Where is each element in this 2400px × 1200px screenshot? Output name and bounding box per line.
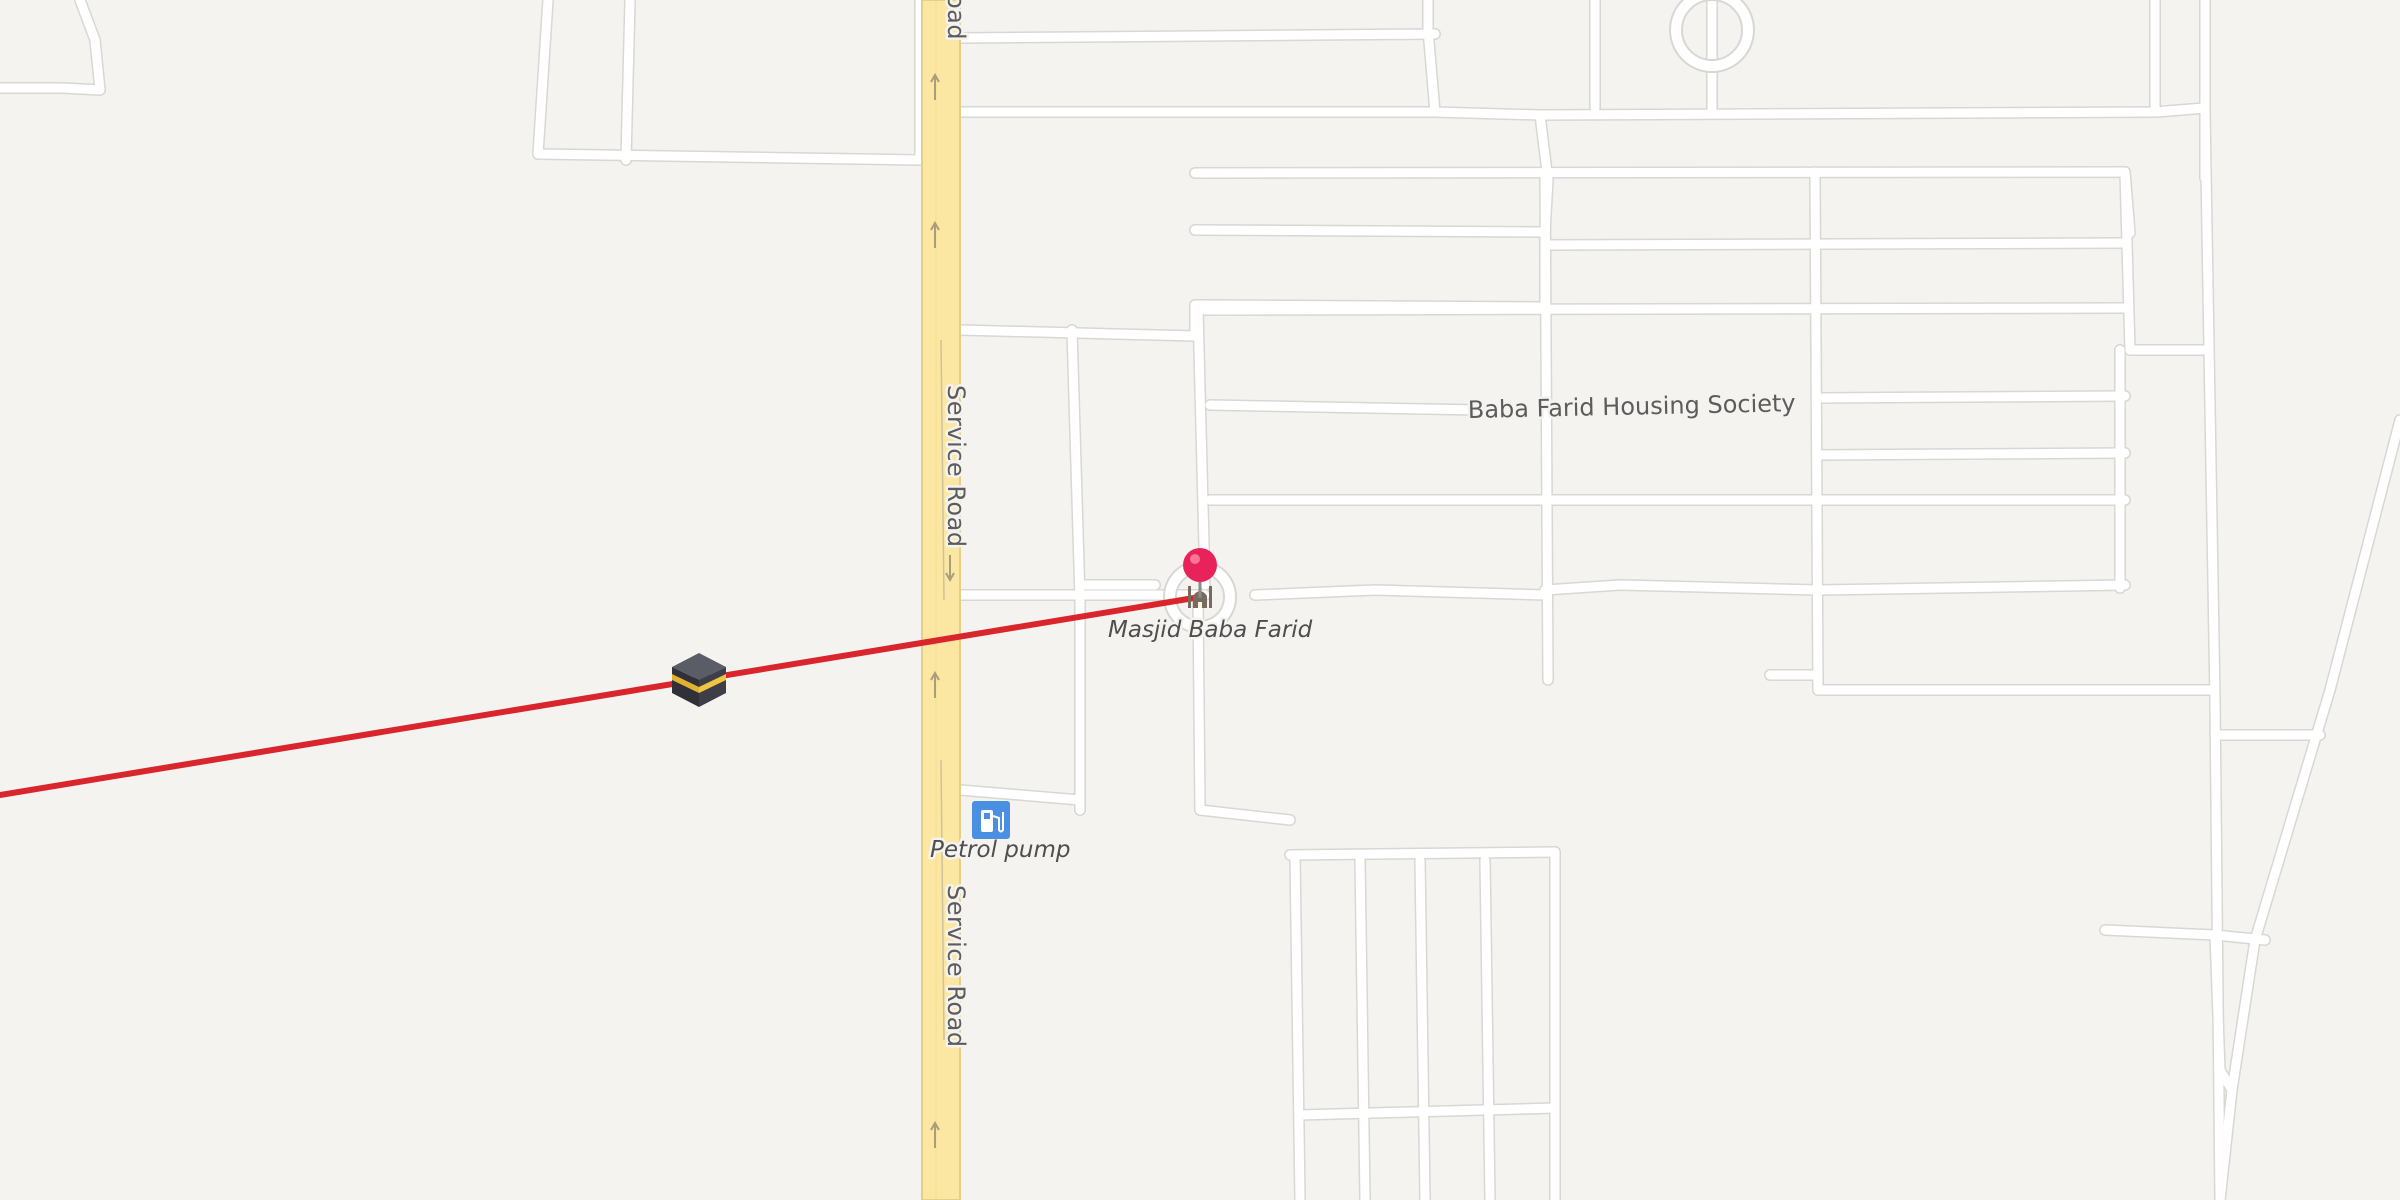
- road-label-service-road-2: Service Road: [940, 883, 973, 1051]
- poi-label-petrol-pump: Petrol pump: [930, 837, 1070, 863]
- poi-label-masjid: Masjid Baba Farid: [1108, 617, 1313, 643]
- map-canvas[interactable]: oad Service Road Service Road Baba Farid…: [0, 0, 2400, 1200]
- road-label-top: oad: [940, 0, 973, 43]
- svg-text:Service Road: Service Road: [942, 885, 970, 1048]
- fuel-icon[interactable]: [972, 801, 1010, 839]
- svg-text:oad: oad: [942, 0, 970, 40]
- svg-text:Service Road: Service Road: [942, 385, 970, 548]
- road-label-service-road-1: Service Road: [940, 383, 973, 551]
